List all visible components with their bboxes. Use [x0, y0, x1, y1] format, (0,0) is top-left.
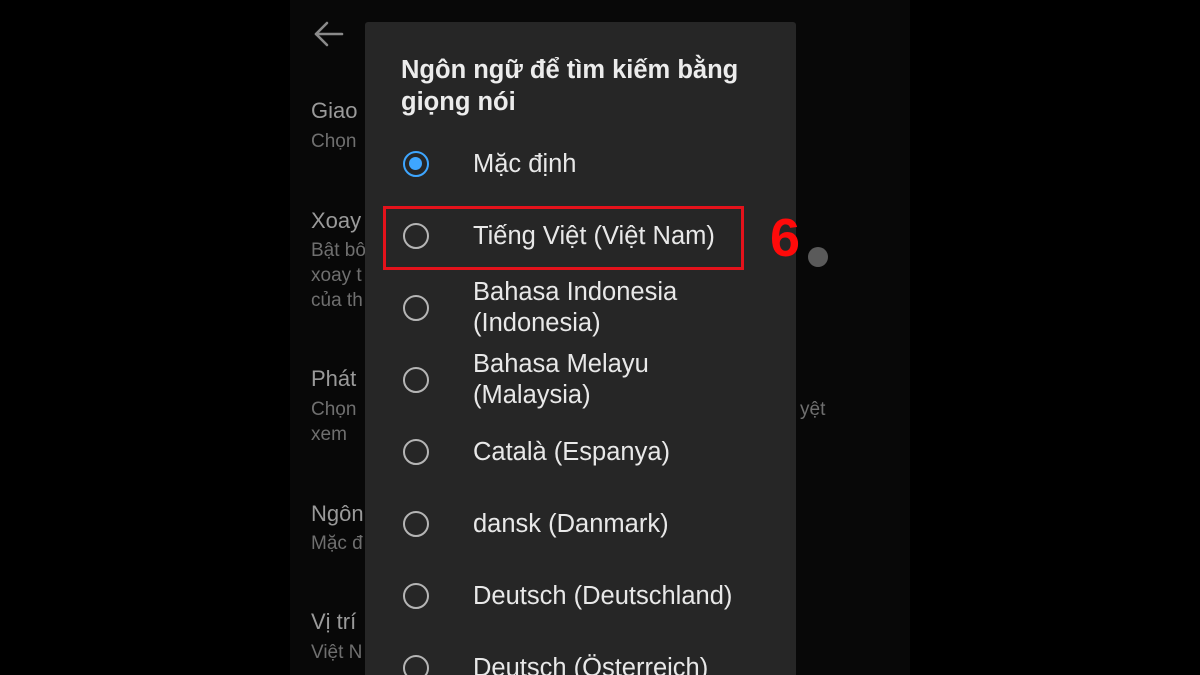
setting-subtitle: Bật bô [311, 240, 366, 261]
language-option-label: Català (Espanya) [473, 438, 671, 466]
language-option-label: Mặc định [473, 150, 577, 178]
language-option-label: Deutsch (Deutschland) [473, 582, 733, 610]
radio-unchecked-icon[interactable] [403, 511, 429, 537]
highlight-box [383, 206, 744, 270]
language-option-label: Bahasa Melayu (Malaysia) [473, 350, 649, 409]
language-option-label: dansk (Danmark) [473, 510, 669, 538]
language-option[interactable]: Català (Espanya) [365, 420, 796, 484]
radio-unchecked-icon[interactable] [403, 655, 429, 675]
language-option[interactable]: Bahasa Indonesia (Indonesia) [365, 276, 796, 340]
language-option[interactable]: Deutsch (Deutschland) [365, 564, 796, 628]
radio-unchecked-icon[interactable] [403, 295, 429, 321]
arrow-left-icon [314, 21, 344, 47]
screen: Giao Chọn Xoay Bật bô xoay t của th Phát… [0, 0, 1200, 675]
setting-subtitle: yệt [800, 399, 826, 420]
setting-title[interactable]: Ngôn [311, 501, 364, 527]
language-option-label: Deutsch (Österreich) [473, 654, 709, 675]
back-button[interactable] [312, 18, 346, 50]
step-number-label: 6 [770, 208, 801, 268]
language-option[interactable]: Deutsch (Österreich) [365, 636, 796, 675]
setting-title[interactable]: Vị trí [311, 609, 356, 635]
dialog-title: Ngôn ngữ để tìm kiếm bằng giọng nói [401, 56, 739, 116]
voice-search-language-dialog: Ngôn ngữ để tìm kiếm bằng giọng nói Mặc … [365, 22, 796, 675]
radio-unchecked-icon[interactable] [403, 583, 429, 609]
setting-subtitle: của th [311, 290, 363, 311]
setting-subtitle: Chọn [311, 131, 357, 152]
setting-subtitle: Việt N [311, 642, 363, 663]
language-option[interactable]: Bahasa Melayu (Malaysia) [365, 348, 796, 412]
setting-subtitle: Mặc đ [311, 533, 363, 554]
setting-subtitle: xem [311, 424, 347, 445]
rotation-toggle[interactable] [808, 247, 828, 267]
radio-unchecked-icon[interactable] [403, 439, 429, 465]
setting-subtitle: xoay t [311, 265, 362, 286]
language-option[interactable]: dansk (Danmark) [365, 492, 796, 556]
setting-subtitle: Chọn [311, 399, 357, 420]
setting-title[interactable]: Giao [311, 98, 357, 124]
radio-unchecked-icon[interactable] [403, 367, 429, 393]
language-option[interactable]: Mặc định [365, 132, 796, 196]
language-option-label: Bahasa Indonesia (Indonesia) [473, 278, 678, 337]
setting-title[interactable]: Phát [311, 366, 356, 392]
radio-checked-icon[interactable] [403, 151, 429, 177]
setting-title[interactable]: Xoay [311, 208, 361, 234]
